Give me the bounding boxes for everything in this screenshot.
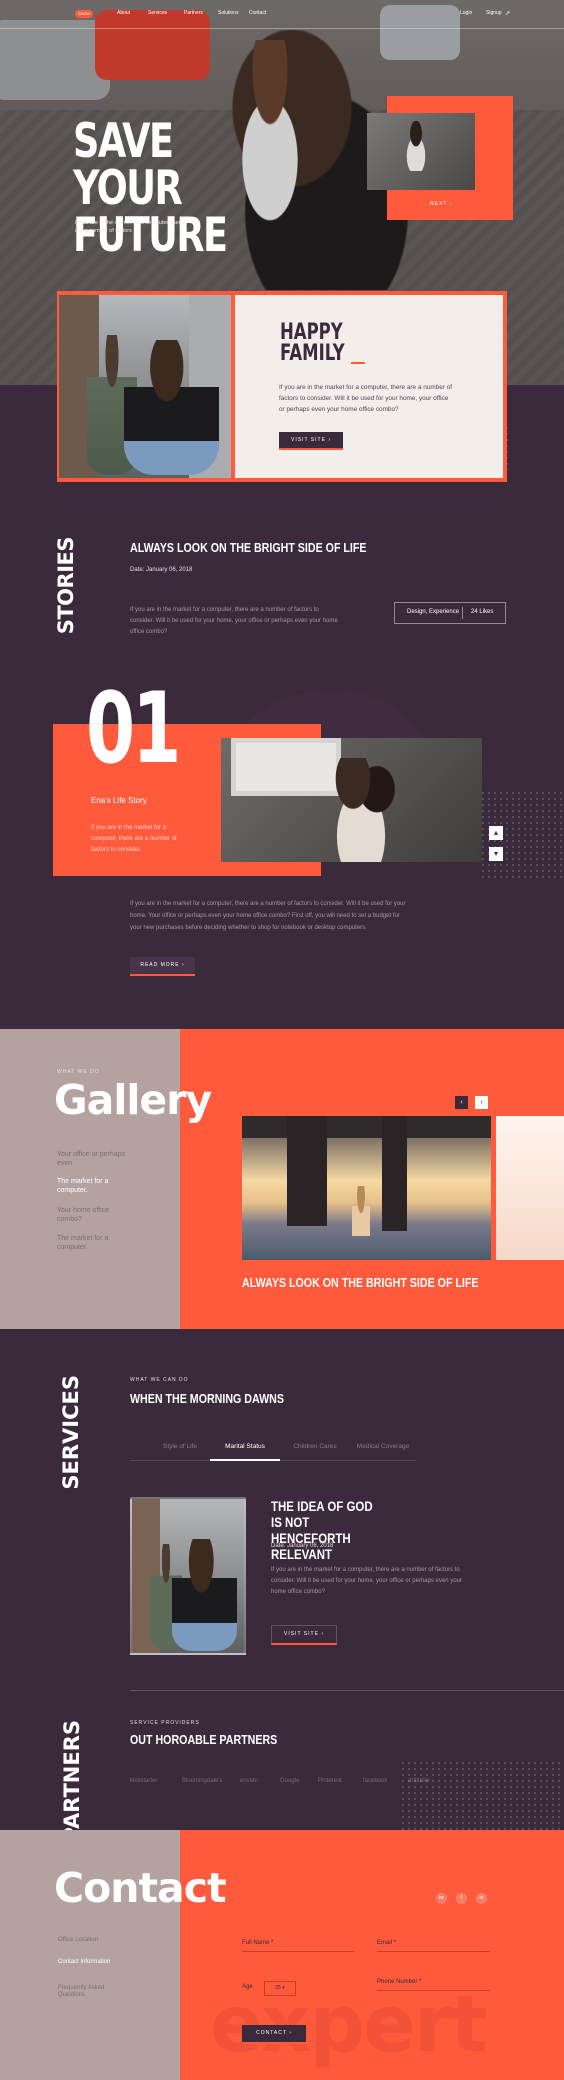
nav-item-about[interactable]: About [117,10,130,16]
partners-kicker: SERVICE PROVIDERS [130,1720,200,1726]
divider [130,1690,564,1691]
section-label-partners: PARTNERS [60,1720,84,1843]
age-label: Age [242,1984,253,1990]
tab-children-cares[interactable]: Children Cares [280,1443,350,1450]
section-label-stories: STORIES [54,537,78,635]
contact-list-item[interactable]: Frequently Asked Questions [58,1985,128,1999]
services-description: If you are in the market for a computer,… [271,1567,462,1595]
accent-line [351,362,365,364]
stories-title: ALWAYS LOOK ON THE BRIGHT SIDE OF LIFE [130,540,367,555]
hero-title: SAVE YOUR FUTURE [73,114,228,263]
stories-likes[interactable]: 24 Likes [471,609,493,615]
section-label-services: SERVICES [59,1375,83,1490]
twitter-icon[interactable]: tw [436,1893,447,1904]
gallery-next-photo[interactable] [496,1116,564,1260]
contact-title: Contact [54,1864,227,1912]
email-input[interactable] [377,1951,490,1952]
gallery-list-item[interactable]: The market for a computer. [57,1234,127,1252]
gallery-prev-button[interactable]: ‹ [455,1096,468,1109]
hero-next-card[interactable]: NEXT › [367,96,513,220]
partner-logo-pinterest[interactable]: Pinterest [318,1778,342,1784]
active-tab-indicator [210,1459,280,1461]
contact-list-item[interactable]: Contact Information [58,1959,128,1966]
story-photo [221,738,482,862]
read-more-button[interactable]: READ MORE › [130,957,195,976]
tab-style-of-life[interactable]: Style of Life [145,1443,215,1450]
partner-logo-envato[interactable]: envato [240,1778,258,1784]
arrow-right-icon: › [289,2030,292,2036]
partner-logo-facebook[interactable]: facebook [363,1778,387,1784]
logo[interactable]: SNOW [75,10,93,18]
services-visit-site-button[interactable]: VISIT SITE › [271,1625,337,1645]
chevron-left-icon: ‹ [460,1099,463,1106]
services-date: Date: January 06, 2018 [271,1543,334,1549]
arrow-right-icon: › [182,962,185,968]
hero-card-photo [367,113,475,190]
linkedin-icon[interactable]: in [476,1893,487,1904]
stories-date: Date: January 06, 2018 [130,567,193,573]
services-heading: THE IDEA OF GOD IS NOT HENCEFORTH RELEVA… [271,1498,373,1562]
contact-submit-button[interactable]: CONTACT › [242,2025,306,2044]
gallery-list-item[interactable]: Your home office combo? [57,1206,127,1224]
services-photo [130,1497,246,1655]
family-photo [59,295,231,478]
hero-car [0,20,110,100]
gallery-caption: ALWAYS LOOK ON THE BRIGHT SIDE OF LIFE [242,1275,479,1290]
phone-label: Phone Number * [377,1979,422,1985]
phone-input[interactable] [377,1990,490,1991]
facebook-icon[interactable]: f [456,1893,467,1904]
contact-list-item[interactable]: Office Location [58,1937,128,1944]
gallery-title: Gallery [54,1076,212,1124]
story-card-description: If you are in the market for a computer,… [91,825,177,853]
family-description: If you are in the market for a computer,… [279,384,452,413]
full-name-label: Full Name * [242,1940,274,1946]
chevron-up-icon: ▴ [493,828,498,837]
partner-logo-kickstarter[interactable]: kickstarter [130,1778,157,1784]
chevron-down-icon: ▾ [493,849,498,858]
full-name-input[interactable] [242,1951,354,1952]
contact-form-panel: expert [180,1830,564,2080]
arrow-right-icon: › [449,201,453,207]
login-link[interactable]: Login [460,10,472,16]
story-number: 01 [86,672,181,786]
gallery-next-button[interactable]: › [475,1096,488,1109]
nav-item-services[interactable]: Services [148,10,167,16]
services-title: WHEN THE MORNING DAWNS [130,1391,284,1406]
hero-subtitle: If you are in the market for a computer,… [75,220,184,234]
email-label: Email * [377,1940,397,1946]
services-kicker: WHAT WE CAN DO [130,1377,189,1383]
gallery-photo[interactable] [242,1116,491,1260]
nav-item-partners[interactable]: Partners [184,10,203,16]
stories-tags: Design, Experience 24 Likes [394,602,506,624]
stories-body: If you are in the market for a computer,… [130,901,406,931]
arrow-right-icon: › [321,1631,324,1637]
chevron-down-icon: ▾ [282,1985,285,1991]
nav-item-contact[interactable]: Contact [249,10,266,16]
gallery-kicker: WHAT WE DO [57,1069,100,1075]
tab-marital-status[interactable]: Marital Status [210,1443,280,1450]
nav-item-solutions[interactable]: Solutions [218,10,239,16]
story-card-title: Ena's Life Story [91,796,147,805]
slider-prev-button[interactable]: ▴ [489,826,503,840]
partner-logo-bloomingdales[interactable]: Bloomingdale's [182,1778,223,1784]
slider-next-button[interactable]: ▾ [489,847,503,861]
tab-medical-coverage[interactable]: Medical Coverage [348,1443,418,1450]
next-button[interactable]: NEXT › [430,201,452,207]
stories-tag-category[interactable]: Design, Experience [407,609,459,615]
partner-logo-google[interactable]: Google [280,1778,299,1784]
family-title: HAPPY FAMILY [280,320,345,366]
dot-pattern [400,1760,564,1830]
signup-link[interactable]: Signup [486,10,502,16]
partners-title: OUT HOROABLE PARTNERS [130,1732,278,1747]
age-select[interactable]: 25 ▾ [264,1981,296,1996]
gallery-list-item[interactable]: The market for a computer. [57,1177,127,1195]
top-nav: SNOW About Services Partners Solutions C… [0,0,564,29]
chevron-right-icon: › [480,1099,483,1106]
gallery-list-item[interactable]: Your office or perhaps even [57,1150,127,1168]
family-visit-site-button[interactable]: VISIT SITE › [279,432,343,450]
stories-description: If you are in the market for a computer,… [130,607,338,635]
arrow-right-icon: › [328,437,331,443]
external-link-icon[interactable]: ↗ [505,10,510,17]
